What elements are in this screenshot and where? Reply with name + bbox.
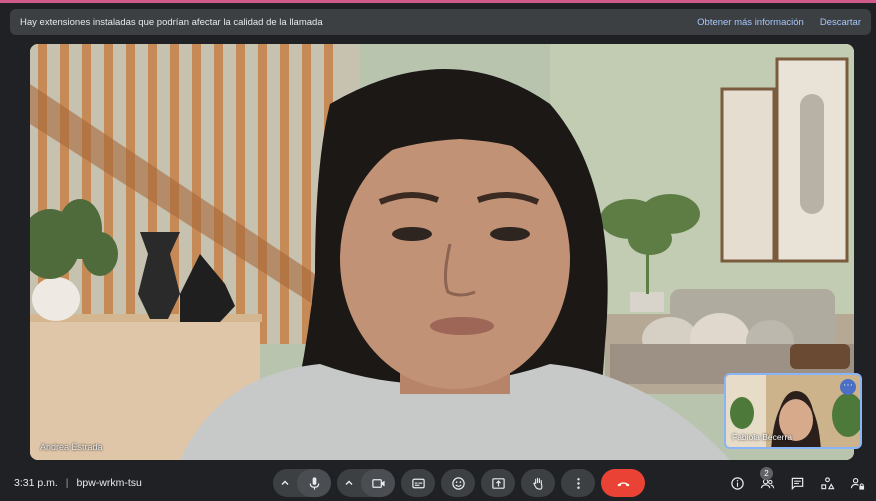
self-view-tile[interactable]: ⋯ Fabiola Becerra [724,373,862,449]
meeting-details: 3:31 p.m. | bpw-wrkm-tsu [14,465,142,501]
window-top-accent [0,0,876,3]
more-options-icon [576,477,580,489]
chevron-up-icon [345,480,353,485]
microphone-icon [309,476,319,490]
learn-more-link[interactable]: Obtener más información [697,17,804,28]
captions-button[interactable] [401,469,435,497]
lock-person-icon [850,477,864,490]
chat-icon [791,477,803,490]
activities-icon [820,476,835,489]
meeting-separator: | [65,477,69,489]
audio-options-button[interactable] [273,469,297,497]
leave-call-button[interactable] [601,469,645,497]
mic-control-group [273,469,331,497]
bottom-toolbar: 3:31 p.m. | bpw-wrkm-tsu 2 [0,465,876,501]
clock-time: 3:31 p.m. [14,477,58,489]
microphone-button[interactable] [297,469,331,497]
chevron-up-icon [281,480,289,485]
call-controls [273,469,645,497]
dismiss-button[interactable]: Descartar [820,17,861,28]
activities-button[interactable] [816,471,838,495]
extensions-warning-banner: Hay extensiones instaladas que podrían a… [10,9,871,35]
people-button[interactable]: 2 [756,467,778,495]
more-options-button[interactable] [561,469,595,497]
right-toolbar: 2 [726,465,868,501]
closed-captions-icon [411,478,425,488]
chat-button[interactable] [786,471,808,495]
raise-hand-icon [532,477,542,490]
meeting-code: bpw-wrkm-tsu [76,477,142,489]
info-icon [730,476,744,490]
self-view-options-button[interactable]: ⋯ [840,379,856,395]
meeting-info-button[interactable] [726,471,748,495]
present-screen-button[interactable] [481,469,515,497]
main-participant-name: Andrea Estrada [40,442,103,452]
host-controls-button[interactable] [846,471,868,495]
people-count-badge: 2 [760,467,773,480]
self-participant-name: Fabiola Becerra [732,432,793,442]
reactions-button[interactable] [441,469,475,497]
camera-control-group [337,469,395,497]
raise-hand-button[interactable] [521,469,555,497]
camera-icon [371,478,385,488]
camera-button[interactable] [361,469,395,497]
present-screen-icon [491,477,505,489]
banner-message: Hay extensiones instaladas que podrían a… [20,16,323,28]
video-options-button[interactable] [337,469,361,497]
emoji-icon [451,476,465,490]
end-call-icon [616,481,630,486]
